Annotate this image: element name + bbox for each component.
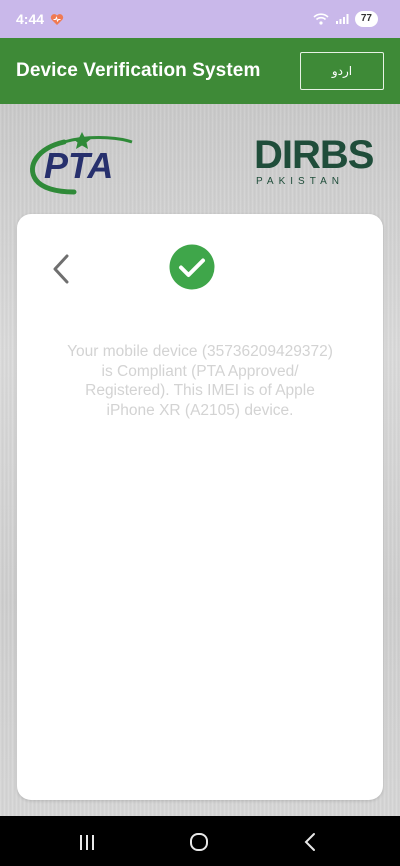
status-bar: 4:44 77 xyxy=(0,0,400,38)
status-right: 77 xyxy=(313,11,378,27)
wifi-icon xyxy=(313,13,329,25)
pta-logo: PTA xyxy=(30,132,133,195)
status-left: 4:44 xyxy=(16,11,64,27)
home-icon[interactable] xyxy=(188,831,210,853)
check-circle-icon xyxy=(169,244,215,290)
battery-icon: 77 xyxy=(354,11,378,27)
app-bar: Device Verification System اردو xyxy=(0,38,400,104)
signal-icon xyxy=(335,14,349,24)
app-title: Device Verification System xyxy=(16,60,261,81)
verification-message: Your mobile device (35736209429372) is C… xyxy=(67,343,333,419)
pta-logo-text: PTA xyxy=(44,145,113,186)
recent-apps-icon[interactable] xyxy=(76,831,98,853)
dirbs-logo: DIRBS PAKISTAN xyxy=(254,133,375,187)
back-chevron-icon[interactable] xyxy=(50,252,72,286)
dirbs-logo-text: DIRBS xyxy=(254,133,374,177)
status-time: 4:44 xyxy=(16,11,45,27)
urdu-language-button[interactable]: اردو xyxy=(300,52,384,90)
result-card xyxy=(17,214,383,800)
navigation-bar xyxy=(0,816,400,866)
dirbs-logo-subtext: PAKISTAN xyxy=(256,176,344,187)
heart-icon xyxy=(50,13,64,25)
back-icon[interactable] xyxy=(300,831,322,853)
